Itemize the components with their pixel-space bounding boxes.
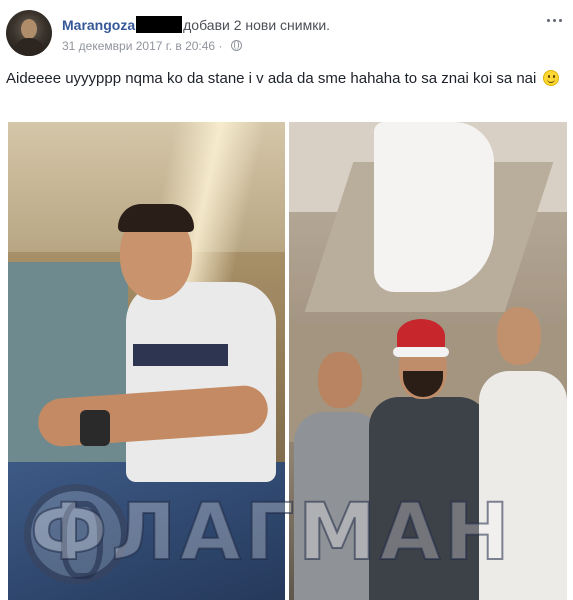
post-text: Aideeee uyyyppp nqma ko da stane i v ada…: [6, 68, 561, 90]
smile-emoji-icon: [542, 70, 559, 86]
avatar-face: [21, 19, 37, 39]
more-options-icon[interactable]: [544, 12, 564, 28]
globe-icon[interactable]: [230, 40, 242, 51]
post-photo-1[interactable]: [8, 122, 285, 600]
post-header: Marangoza добави 2 нови снимки. 31 декемв…: [6, 10, 566, 60]
person-santa-hat: [369, 319, 489, 600]
post-photo-2[interactable]: [289, 122, 567, 600]
author-avatar[interactable]: [6, 10, 52, 56]
redaction-bar: [136, 16, 183, 33]
post-timestamp-link[interactable]: 31 декември 2017 г. в 20:46: [62, 39, 215, 53]
avatar-torso: [14, 38, 44, 56]
author-name-link[interactable]: Marangoza: [62, 17, 135, 33]
post-title-line: Marangoza добави 2 нови снимки.: [62, 16, 330, 33]
post-action-text: добави 2 нови снимки.: [183, 17, 331, 33]
meta-separator: ·: [218, 39, 223, 53]
post-message: Aideeee uyyyppp nqma ko da stane i v ada…: [6, 70, 537, 87]
post-meta: 31 декември 2017 г. в 20:46 ·: [62, 39, 242, 53]
facebook-post: Marangoza добави 2 нови снимки. 31 декемв…: [0, 0, 573, 600]
person-right: [479, 307, 567, 600]
